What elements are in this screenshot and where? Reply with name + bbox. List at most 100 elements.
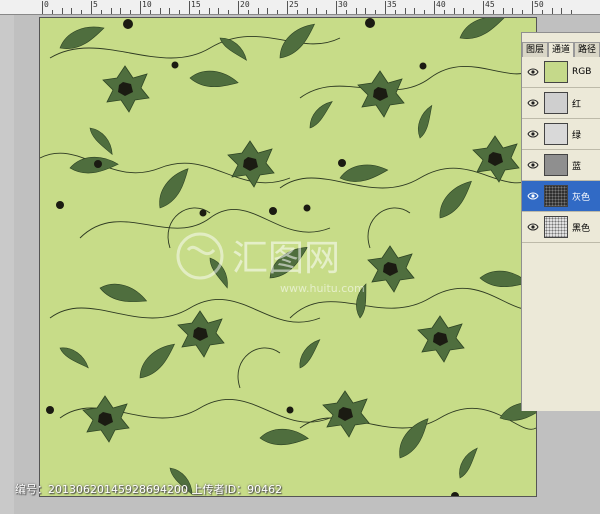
ruler-minor-tick	[463, 8, 465, 14]
ruler-minor-tick	[326, 10, 328, 14]
ruler-minor-tick	[394, 10, 396, 14]
ruler-label: 0	[44, 0, 49, 9]
ruler-label: 20	[240, 0, 250, 9]
ruler-minor-tick	[522, 10, 524, 14]
ruler-minor-tick	[110, 8, 112, 14]
channel-label: 灰色	[572, 192, 591, 203]
channel-row[interactable]: RGB	[522, 57, 600, 88]
ruler-minor-tick	[561, 8, 563, 14]
ruler-minor-tick	[277, 10, 279, 14]
floral-pattern	[40, 18, 536, 496]
channel-thumbnail	[544, 92, 568, 114]
ruler-minor-tick	[71, 8, 73, 14]
ruler-minor-tick	[51, 10, 53, 14]
ruler-minor-tick	[443, 10, 445, 14]
ruler-minor-tick	[257, 8, 259, 14]
channel-label: 红	[572, 99, 582, 110]
ruler-label: 50	[534, 0, 544, 9]
eye-icon[interactable]	[526, 189, 540, 203]
channel-row[interactable]: 灰色	[522, 181, 600, 212]
ruler-label: 40	[436, 0, 446, 9]
ruler-minor-tick	[100, 10, 102, 14]
ruler-minor-tick	[306, 8, 308, 14]
channel-label: 黑色	[572, 223, 591, 234]
ruler-label: 5	[93, 0, 98, 9]
eye-icon[interactable]	[526, 65, 540, 79]
document-canvas[interactable]	[40, 18, 536, 496]
ruler-label: 35	[387, 0, 397, 9]
ruler-minor-tick	[296, 10, 298, 14]
ruler-minor-tick	[130, 10, 132, 14]
ruler-minor-tick	[492, 10, 494, 14]
channel-thumbnail	[544, 216, 568, 238]
tab-paths[interactable]: 路径	[574, 42, 600, 57]
horizontal-ruler: 0 5 10 15 20 25 30 35 40 45 50	[0, 0, 600, 15]
ruler-major-tick	[532, 1, 533, 14]
channel-thumbnail	[544, 123, 568, 145]
ruler-minor-tick	[120, 8, 122, 14]
ruler-major-tick	[385, 1, 386, 14]
ruler-minor-tick	[365, 8, 367, 14]
ruler-major-tick	[287, 1, 288, 14]
eye-icon[interactable]	[526, 158, 540, 172]
ruler-minor-tick	[453, 8, 455, 14]
ruler-minor-tick	[502, 8, 504, 14]
ruler-minor-tick	[551, 8, 553, 14]
ruler-minor-tick	[228, 10, 230, 14]
ruler-label: 10	[142, 0, 152, 9]
eye-icon[interactable]	[526, 127, 540, 141]
ruler-major-tick	[238, 1, 239, 14]
ruler-major-tick	[189, 1, 190, 14]
ruler-label: 45	[485, 0, 495, 9]
eye-icon[interactable]	[526, 96, 540, 110]
channel-thumbnail	[544, 154, 568, 176]
ruler-minor-tick	[218, 8, 220, 14]
channel-row[interactable]: 黑色	[522, 212, 600, 243]
ruler-minor-tick	[149, 10, 151, 14]
ruler-minor-tick	[571, 10, 573, 14]
ruler-major-tick	[483, 1, 484, 14]
ruler-minor-tick	[247, 10, 249, 14]
ruler-major-tick	[42, 1, 43, 14]
eye-icon[interactable]	[526, 220, 540, 234]
ruler-major-tick	[336, 1, 337, 14]
channel-label: RGB	[572, 67, 592, 77]
ruler-label: 30	[338, 0, 348, 9]
ruler-major-tick	[434, 1, 435, 14]
ruler-minor-tick	[61, 8, 63, 14]
ruler-minor-tick	[404, 8, 406, 14]
ruler-minor-tick	[198, 10, 200, 14]
ruler-minor-tick	[169, 8, 171, 14]
channel-row[interactable]: 蓝	[522, 150, 600, 181]
ruler-minor-tick	[355, 8, 357, 14]
vertical-ruler	[0, 14, 14, 514]
ruler-minor-tick	[81, 10, 83, 14]
ruler-minor-tick	[179, 10, 181, 14]
ruler-minor-tick	[267, 8, 269, 14]
ruler-minor-tick	[159, 8, 161, 14]
ruler-minor-tick	[414, 8, 416, 14]
ruler-minor-tick	[208, 8, 210, 14]
channel-label: 绿	[572, 130, 582, 141]
ruler-minor-tick	[473, 10, 475, 14]
ruler-major-tick	[140, 1, 141, 14]
channel-row[interactable]: 红	[522, 88, 600, 119]
channel-list: RGB 红绿蓝灰色黑色	[522, 57, 600, 243]
panel-tabs: 图层 通道 路径	[522, 42, 600, 57]
channel-row[interactable]: 绿	[522, 119, 600, 150]
channel-thumbnail	[544, 185, 568, 207]
ruler-label: 25	[289, 0, 299, 9]
watermark-caption: 编号：20130620145928694200 上传者ID：90462	[15, 483, 283, 496]
ruler-major-tick	[91, 1, 92, 14]
ruler-minor-tick	[541, 10, 543, 14]
ruler-minor-tick	[345, 10, 347, 14]
ruler-label: 15	[191, 0, 201, 9]
tab-channels[interactable]: 通道	[548, 42, 575, 57]
ruler-minor-tick	[316, 8, 318, 14]
ruler-minor-tick	[424, 10, 426, 14]
channels-panel: 图层 通道 路径 RGB 红绿蓝灰色黑色	[521, 32, 600, 411]
ruler-minor-tick	[512, 8, 514, 14]
ruler-minor-tick	[375, 10, 377, 14]
tab-layers[interactable]: 图层	[522, 42, 549, 57]
channel-label: 蓝	[572, 161, 582, 172]
